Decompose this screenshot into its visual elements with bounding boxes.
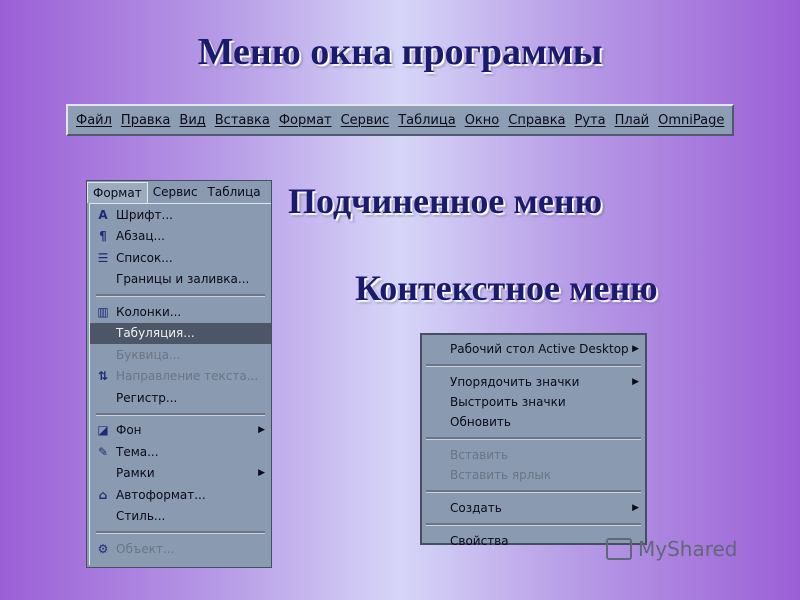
font-icon: A [98,207,108,222]
menu-item-label: Рамки [116,466,155,481]
menu-separator [426,437,641,440]
slide-title: Меню окна программы [197,31,603,73]
paragraph-icon: ¶ [99,229,107,244]
object-icon: ⚙ [97,541,109,556]
menu-item-label: Абзац... [116,229,165,244]
menu-separator [96,531,265,534]
watermark-text: MyShared [638,537,738,561]
menu-help[interactable]: Справка [508,113,565,128]
menu-item[interactable]: ◪ Фон ▶ [90,420,271,442]
context-menu-item: Вставить ярлык [422,465,645,485]
context-menu-item: Вставить [422,445,645,465]
menu-table[interactable]: Таблица [398,113,456,128]
presentation-board-icon [606,538,632,560]
menu-item-label: Список... [116,250,173,265]
menu-item: ⚙ Объект... [90,538,271,560]
menu-separator [426,523,641,526]
menu-separator [96,412,265,416]
submenu-arrow-icon: ▶ [258,468,265,479]
menu-ruta[interactable]: Рута [575,113,606,128]
menu-item[interactable]: Границы и заливка... [90,269,271,291]
menu-item: Буквица... [90,344,271,366]
menu-item: ⇅ Направление текста... [90,366,271,388]
menu-separator [96,294,265,297]
submenu-arrow-icon: ▶ [632,377,639,387]
menu-item-label: Табуляция... [116,326,195,341]
menu-separator [426,364,641,367]
menu-item-label: Границы и заливка... [116,272,250,287]
submenu-arrow-icon: ▶ [258,425,265,436]
format-submenu: A Шрифт... ¶ Абзац... ☰ Список... Границы и за… [89,203,271,565]
menu-item-label: Обновить [450,415,511,429]
menu-item[interactable]: ✎ Тема... [90,441,271,463]
menu-item-label: Свойства [450,534,509,548]
watermark-logo: MyShared [606,537,738,561]
menu-item[interactable]: ▥ Колонки... [90,301,271,323]
menu-tools[interactable]: Сервис [148,185,203,199]
menu-format-open[interactable]: Формат [87,181,148,203]
program-menu-bar: Файл Правка Вид Вставка Формат Сервис Та… [66,104,734,136]
context-menu-item[interactable]: Выстроить значки [422,392,645,412]
columns-icon: ▥ [97,304,109,319]
menu-item-label: Объект... [116,541,175,556]
context-menu-item[interactable]: Рабочий стол Active Desktop ▶ [422,339,645,359]
menu-file[interactable]: Файл [76,113,112,128]
list-icon: ☰ [97,250,109,265]
context-menu-caption: Контекстное меню [355,268,658,308]
menu-format[interactable]: Формат [279,113,332,128]
menu-table[interactable]: Таблица [203,185,266,199]
menu-item-label: Рабочий стол Active Desktop [450,342,629,356]
autoformat-icon: ⌂ [98,487,108,502]
menu-item[interactable]: ☰ Список... [90,247,271,269]
menu-window[interactable]: Окно [465,113,500,128]
context-menu-item[interactable]: Обновить [422,412,645,432]
menu-item-label: Буквица... [116,347,181,362]
menu-insert[interactable]: Вставка [215,113,270,128]
menu-item[interactable]: Регистр... [90,387,271,409]
menu-item[interactable]: Стиль... [90,506,271,528]
menu-item-label: Стиль... [116,509,166,524]
menu-separator [426,490,641,493]
dropdown-menu-bar: Формат Сервис Таблица [87,181,271,203]
menu-item-label: Тема... [116,444,159,459]
menu-tools[interactable]: Сервис [341,113,390,128]
theme-icon: ✎ [97,444,109,459]
menu-view[interactable]: Вид [179,113,205,128]
background-icon: ◪ [97,423,109,438]
menu-item-label: Шрифт... [116,207,173,222]
menu-edit[interactable]: Правка [121,113,170,128]
menu-item[interactable]: Табуляция... [90,322,271,344]
text-direction-icon: ⇅ [97,369,109,384]
menu-plai[interactable]: Плай [615,113,650,128]
menu-item-label: Упорядочить значки [450,375,580,389]
submenu-arrow-icon: ▶ [632,344,639,354]
menu-item-label: Фон [116,423,142,438]
menu-item[interactable]: ¶ Абзац... [90,226,271,248]
submenu-caption: Подчиненное меню [288,181,603,221]
submenu-arrow-icon: ▶ [632,503,639,513]
format-dropdown-screenshot: Формат Сервис Таблица A Шрифт... ¶ Абзац...… [86,180,272,568]
context-menu: Рабочий стол Active Desktop ▶ Упорядочить … [420,333,647,548]
menu-item-label: Колонки... [116,304,182,319]
menu-omnipage[interactable]: OmniPage [658,113,724,128]
menu-item-label: Направление текста... [116,369,259,384]
menu-item-label: Регистр... [116,390,178,405]
menu-item-label: Выстроить значки [450,395,566,409]
context-menu-item[interactable]: Упорядочить значки ▶ [422,372,645,392]
context-menu-item[interactable]: Создать ▶ [422,498,645,518]
menu-item-label: Вставить [450,448,509,462]
menu-item-label: Автоформат... [116,487,206,502]
menu-item[interactable]: A Шрифт... [90,204,271,226]
menu-item[interactable]: Рамки ▶ [90,463,271,485]
menu-item-label: Создать [450,501,502,515]
menu-item[interactable]: ⌂ Автоформат... [90,484,271,506]
menu-item-label: Вставить ярлык [450,468,552,482]
